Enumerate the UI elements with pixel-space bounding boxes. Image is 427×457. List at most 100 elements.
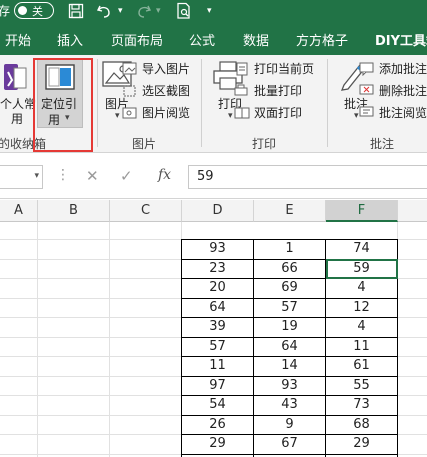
table-cell[interactable]: 26 [181, 414, 254, 435]
table-cell[interactable]: 93 [181, 239, 254, 260]
table-cell[interactable]: 66 [253, 258, 326, 279]
table-cell[interactable]: 20 [181, 278, 254, 299]
column-header-e[interactable]: E [254, 200, 326, 222]
column-header-b[interactable]: B [38, 200, 110, 222]
print-dropdown-icon[interactable]: ▾ [228, 111, 233, 121]
formula-input[interactable]: 59 [188, 165, 427, 189]
table-cell[interactable]: 57 [181, 336, 254, 357]
table-cell[interactable]: 14 [253, 356, 326, 377]
enter-check-icon[interactable]: ✓ [120, 167, 133, 185]
import-image-label: 导入图片 [142, 62, 191, 76]
table-cell[interactable]: 11 [325, 336, 398, 357]
duplex-print-icon [234, 106, 250, 120]
personal-box-icon[interactable] [2, 60, 32, 94]
import-image-button[interactable]: 导入图片 [122, 60, 190, 80]
column-header-d[interactable]: D [182, 200, 254, 222]
table-row: 64 57 12 [181, 297, 398, 318]
table-row: 93 1 74 [181, 239, 398, 260]
tab-diy-toolbox[interactable]: DIY工具箱 [375, 30, 427, 49]
table-cell[interactable]: 54 [181, 395, 254, 416]
tab-home[interactable]: 开始 [5, 30, 31, 49]
name-box[interactable]: ▾ [0, 165, 43, 189]
table-cell[interactable]: 4 [325, 317, 398, 338]
delete-comment-button[interactable]: 删除批注 [359, 82, 427, 102]
duplex-print-button[interactable]: 双面打印 [234, 104, 302, 124]
undo-dropdown-icon[interactable]: ▾ [118, 1, 123, 21]
table-cell[interactable]: 93 [253, 375, 326, 396]
customize-qat-icon[interactable]: ▾ [207, 1, 212, 21]
table-cell[interactable]: 12 [325, 297, 398, 318]
table-cell[interactable]: 59 [325, 258, 398, 279]
column-header-g[interactable] [398, 200, 427, 222]
batch-print-label: 批量打印 [254, 84, 303, 98]
comment-group-label: 批注 [370, 137, 395, 151]
table-cell[interactable]: 4 [325, 278, 398, 299]
add-comment-icon [359, 62, 375, 77]
redo-icon[interactable] [134, 1, 152, 21]
cancel-icon[interactable]: ✕ [86, 167, 99, 185]
redo-dropdown-icon[interactable]: ▾ [156, 1, 161, 21]
gridline [37, 222, 38, 457]
batch-print-icon [234, 84, 250, 98]
tab-insert[interactable]: 插入 [57, 30, 83, 49]
table-cell[interactable]: 9 [253, 414, 326, 435]
save-icon[interactable] [68, 1, 84, 21]
image-dropdown-icon[interactable]: ▾ [115, 111, 120, 121]
image-browse-label: 图片阅览 [142, 106, 191, 120]
table-cell[interactable]: 57 [253, 297, 326, 318]
highlight-box [33, 58, 93, 152]
name-box-dropdown-icon[interactable]: ▾ [34, 171, 39, 181]
screenshot-region-label: 选区截图 [142, 84, 191, 98]
table-cell[interactable]: 73 [325, 395, 398, 416]
comment-browse-button[interactable]: 批注阅览 [359, 104, 427, 124]
comment-dropdown-icon[interactable]: ▾ [354, 111, 359, 121]
undo-icon[interactable] [96, 1, 114, 21]
toggle-knob [18, 6, 27, 15]
table-cell[interactable]: 64 [181, 297, 254, 318]
table-row: 97 93 55 [181, 375, 398, 396]
worksheet-grid[interactable]: 93 1 74 23 66 59 20 69 4 64 57 12 39 19 4 57 64 11 11 14 61 9… [0, 222, 427, 457]
table-cell[interactable]: 69 [253, 278, 326, 299]
personal-label-2[interactable]: 用 [11, 110, 23, 127]
table-cell[interactable]: 97 [181, 375, 254, 396]
table-cell[interactable]: 29 [325, 434, 398, 455]
table-cell[interactable]: 23 [181, 258, 254, 279]
table-cell[interactable]: 74 [325, 239, 398, 260]
table-cell[interactable]: 55 [325, 375, 398, 396]
table-cell[interactable]: 39 [181, 317, 254, 338]
insert-function-icon[interactable]: fx [158, 167, 171, 183]
comment-browse-icon [359, 106, 375, 120]
tab-data[interactable]: 数据 [243, 30, 269, 49]
screenshot-region-button[interactable]: 选区截图 [122, 82, 190, 102]
formula-bar-grip-icon[interactable]: ⋮ [56, 167, 70, 183]
table-cell[interactable]: 1 [253, 239, 326, 260]
tab-fangfang[interactable]: 方方格子 [296, 30, 348, 49]
formula-tools: ✕ ✓ fx [72, 165, 184, 189]
table-cell[interactable]: 61 [325, 356, 398, 377]
tab-page-layout[interactable]: 页面布局 [111, 30, 163, 49]
image-browse-button[interactable]: 图片阅览 [122, 104, 190, 124]
table-row: 54 43 73 [181, 395, 398, 416]
tab-formulas[interactable]: 公式 [189, 30, 215, 49]
table-cell[interactable]: 68 [325, 414, 398, 435]
formula-bar: ▾ ⋮ ✕ ✓ fx 59 [0, 153, 427, 199]
table-cell[interactable]: 19 [253, 317, 326, 338]
screenshot-icon [122, 84, 138, 98]
table-cell[interactable]: 11 [181, 356, 254, 377]
print-current-button[interactable]: 打印当前页 [234, 60, 314, 80]
column-header-f[interactable]: F [326, 200, 398, 222]
table-row: 29 67 29 [181, 434, 398, 455]
table-cell[interactable]: 29 [181, 434, 254, 455]
delete-comment-icon [359, 84, 375, 98]
column-header-a[interactable]: A [0, 200, 38, 222]
add-comment-button[interactable]: 添加批注 [359, 60, 427, 80]
column-header-c[interactable]: C [110, 200, 182, 222]
batch-print-button[interactable]: 批量打印 [234, 82, 302, 102]
autosave-toggle[interactable]: 关 [14, 2, 54, 19]
table-cell[interactable]: 43 [253, 395, 326, 416]
ribbon: 个人常 用 的收纳箱 定位引 用 ▾ 图片 ▾ 导入图片 选区截图 图片阅览 图… [0, 55, 427, 153]
table-cell[interactable]: 67 [253, 434, 326, 455]
print-preview-icon[interactable] [176, 1, 192, 21]
table-cell[interactable]: 64 [253, 336, 326, 357]
table-row: 57 64 11 [181, 336, 398, 357]
